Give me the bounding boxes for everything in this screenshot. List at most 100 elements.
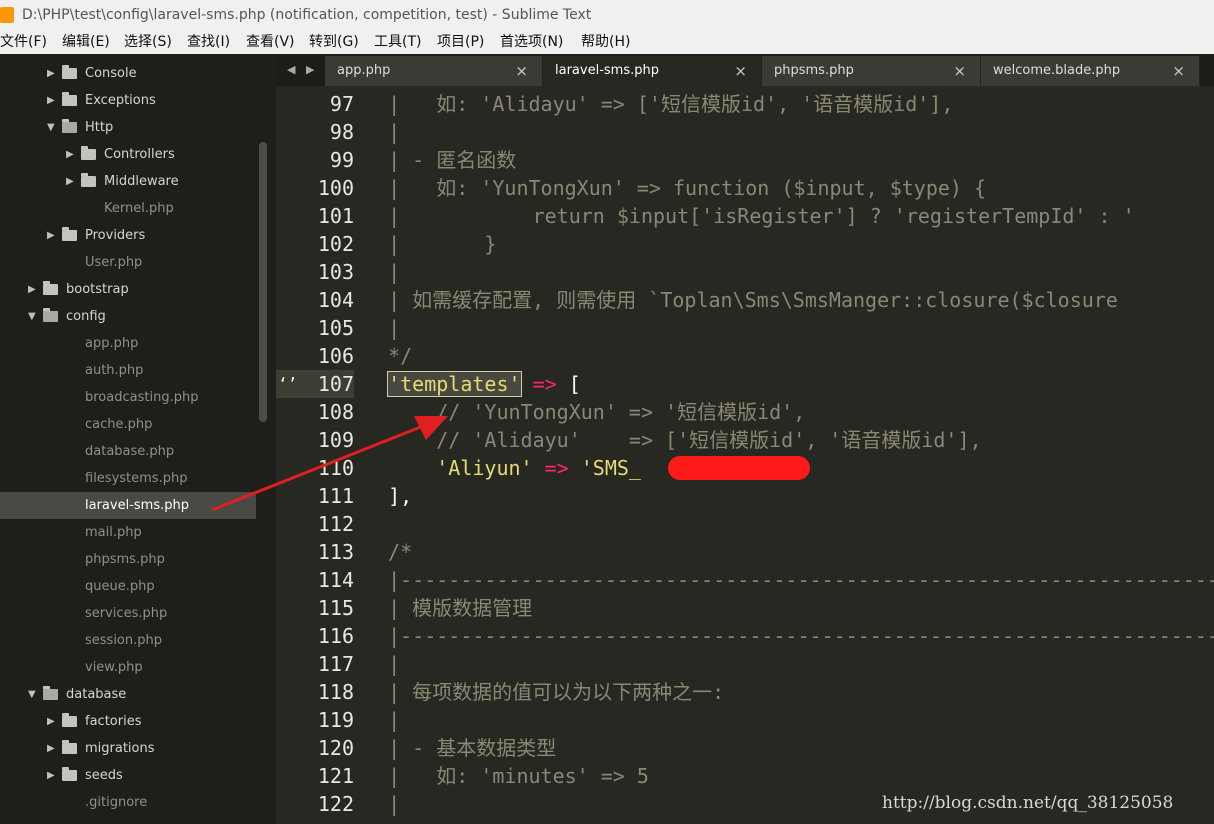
folder-migrations[interactable]: ▶ migrations: [0, 735, 256, 762]
file-database-php[interactable]: database.php: [0, 438, 256, 465]
code-line[interactable]: | - 基本数据类型: [364, 734, 556, 762]
code-line[interactable]: |: [364, 258, 400, 286]
code-line[interactable]: |---------------------------------------…: [364, 566, 1214, 594]
chevron-right-icon[interactable]: ▶: [47, 735, 55, 762]
code-line[interactable]: | 如: 'YunTongXun' => function ($input, $…: [364, 174, 986, 202]
chevron-right-icon[interactable]: ▶: [66, 168, 74, 195]
tab-phpsms-php[interactable]: phpsms.php ×: [762, 56, 981, 86]
file-app-php[interactable]: app.php: [0, 330, 256, 357]
title-bar: D:\PHP\test\config\laravel-sms.php (noti…: [0, 0, 1214, 30]
code-token: [: [556, 372, 581, 396]
line-number: 97: [329, 92, 354, 116]
code-line[interactable]: |: [364, 650, 400, 678]
code-line[interactable]: // 'Alidayu' => ['短信模版id', '语音模版id'],: [364, 426, 981, 454]
code-line[interactable]: | 每项数据的值可以为以下两种之一:: [364, 678, 724, 706]
menu-preferences[interactable]: 首选项(N): [500, 30, 563, 54]
tab-scroll-right-icon[interactable]: ▶: [306, 54, 314, 86]
folder-seeds[interactable]: ▶ seeds: [0, 762, 256, 789]
file-session-php[interactable]: session.php: [0, 627, 256, 654]
file-auth-php[interactable]: auth.php: [0, 357, 256, 384]
chevron-down-icon[interactable]: ▼: [28, 681, 36, 708]
tree-item-label: database: [66, 687, 127, 702]
menu-help[interactable]: 帮助(H): [581, 30, 630, 54]
tree-item-label: database.php: [85, 444, 175, 459]
tab-app-php[interactable]: app.php ×: [325, 56, 543, 86]
code-line[interactable]: |: [364, 314, 400, 342]
tree-item-label: broadcasting.php: [85, 390, 199, 405]
code-line[interactable]: | 模版数据管理: [364, 594, 532, 622]
folder-database[interactable]: ▼ database: [0, 681, 256, 708]
code-editor[interactable]: 97 98 99 100 101 102 103 104 105 106 107 ‘’ 108 109 11…: [276, 86, 1214, 824]
tree-item-label: .gitignore: [85, 795, 148, 810]
folder-middleware[interactable]: ▶ Middleware: [0, 168, 256, 195]
code-line[interactable]: | 如: 'Alidayu' => ['短信模版id', '语音模版id'],: [364, 90, 953, 118]
tree-item-label: Http: [85, 120, 114, 135]
close-icon[interactable]: ×: [1172, 56, 1185, 86]
folder-bootstrap[interactable]: ▶ bootstrap: [0, 276, 256, 303]
code-line[interactable]: |: [364, 118, 400, 146]
menu-tools[interactable]: 工具(T): [374, 30, 421, 54]
tree-item-label: filesystems.php: [85, 471, 188, 486]
code-line[interactable]: |: [364, 706, 400, 734]
file-laravel-sms-php[interactable]: laravel-sms.php: [0, 492, 256, 519]
code-line[interactable]: | - 匿名函数: [364, 146, 516, 174]
file-user-php[interactable]: User.php: [0, 249, 256, 276]
code-line[interactable]: | 如需缓存配置, 则需使用 `Toplan\Sms\SmsManger::cl…: [364, 286, 1118, 314]
file-queue-php[interactable]: queue.php: [0, 573, 256, 600]
menu-view[interactable]: 查看(V): [246, 30, 295, 54]
file-phpsms-php[interactable]: phpsms.php: [0, 546, 256, 573]
folder-config[interactable]: ▼ config: [0, 303, 256, 330]
chevron-right-icon[interactable]: ▶: [47, 87, 55, 114]
code-line[interactable]: // 'YunTongXun' => '短信模版id',: [364, 398, 805, 426]
menu-file[interactable]: 文件(F): [0, 30, 47, 54]
file-cache-php[interactable]: cache.php: [0, 411, 256, 438]
sidebar-scrollbar[interactable]: [259, 142, 267, 422]
chevron-right-icon[interactable]: ▶: [47, 60, 55, 87]
folder-console[interactable]: ▶ Console: [0, 60, 256, 87]
line-number: 117: [317, 652, 354, 676]
chevron-down-icon[interactable]: ▼: [28, 303, 36, 330]
code-line[interactable]: */: [364, 342, 412, 370]
menu-project[interactable]: 项目(P): [437, 30, 484, 54]
line-number: 105: [317, 316, 354, 340]
chevron-down-icon[interactable]: ▼: [47, 114, 55, 141]
code-line[interactable]: | }: [364, 230, 496, 258]
code-line[interactable]: 'templates' => [: [364, 370, 581, 398]
menu-selection[interactable]: 选择(S): [124, 30, 172, 54]
code-line[interactable]: |: [364, 790, 400, 818]
code-line[interactable]: | 如: 'minutes' => 5: [364, 762, 649, 790]
file-mail-php[interactable]: mail.php: [0, 519, 256, 546]
tab-laravel-sms-php[interactable]: laravel-sms.php ×: [543, 56, 762, 86]
file-view-php[interactable]: view.php: [0, 654, 256, 681]
folder-providers[interactable]: ▶ Providers: [0, 222, 256, 249]
folder-factories[interactable]: ▶ factories: [0, 708, 256, 735]
file-filesystems-php[interactable]: filesystems.php: [0, 465, 256, 492]
code-token: ],: [364, 484, 413, 508]
code-line[interactable]: | return $input['isRegister'] ? 'registe…: [364, 202, 1135, 230]
close-icon[interactable]: ×: [515, 56, 528, 86]
file-kernel-php[interactable]: Kernel.php: [0, 195, 256, 222]
menu-goto[interactable]: 转到(G): [309, 30, 359, 54]
tab-welcome-blade-php[interactable]: welcome.blade.php ×: [981, 56, 1200, 86]
code-line[interactable]: |---------------------------------------…: [364, 622, 1214, 650]
chevron-right-icon[interactable]: ▶: [47, 222, 55, 249]
folder-controllers[interactable]: ▶ Controllers: [0, 141, 256, 168]
chevron-right-icon[interactable]: ▶: [66, 141, 74, 168]
folder-exceptions[interactable]: ▶ Exceptions: [0, 87, 256, 114]
close-icon[interactable]: ×: [734, 56, 747, 86]
file-services-php[interactable]: services.php: [0, 600, 256, 627]
menu-find[interactable]: 查找(I): [187, 30, 230, 54]
chevron-right-icon[interactable]: ▶: [28, 276, 36, 303]
code-line[interactable]: /*: [364, 538, 412, 566]
file-gitignore[interactable]: .gitignore: [0, 789, 256, 816]
chevron-right-icon[interactable]: ▶: [47, 762, 55, 789]
chevron-right-icon[interactable]: ▶: [47, 708, 55, 735]
menu-edit[interactable]: 编辑(E): [62, 30, 110, 54]
code-line[interactable]: ],: [364, 482, 412, 510]
tree-item-label: seeds: [85, 768, 123, 783]
folder-http[interactable]: ▼ Http: [0, 114, 256, 141]
code-token: | 如需缓存配置, 则需使用 `Toplan\Sms\SmsManger::cl…: [364, 288, 1118, 312]
tab-scroll-left-icon[interactable]: ◀: [287, 54, 295, 86]
file-broadcasting-php[interactable]: broadcasting.php: [0, 384, 256, 411]
close-icon[interactable]: ×: [953, 56, 966, 86]
